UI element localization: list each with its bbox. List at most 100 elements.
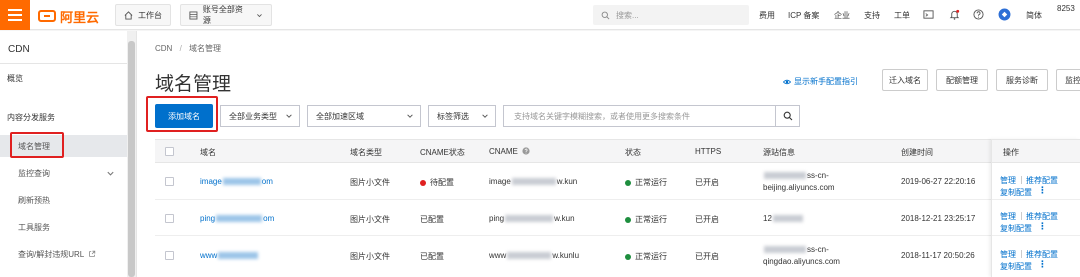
sidebar-scrollbar-thumb[interactable]: [128, 41, 135, 277]
cname-value: www w.kunlu: [489, 251, 579, 260]
breadcrumb-separator: /: [179, 44, 182, 53]
aliyun-logo[interactable]: 阿里云: [38, 8, 100, 25]
bell-icon[interactable]: [949, 9, 960, 20]
cname-status: 已配置: [420, 252, 444, 261]
more-actions-icon[interactable]: ⋮: [1038, 221, 1047, 232]
external-link-icon: [89, 250, 96, 257]
table-row: image om 图片小文件 待配置 image w.kun 正常运行 已开启 ss…: [155, 163, 1080, 200]
row-checkbox[interactable]: [165, 177, 174, 186]
cname-text: www: [489, 251, 507, 260]
help-icon[interactable]: [973, 9, 984, 20]
business-type-dropdown[interactable]: 全部业务类型: [220, 105, 300, 127]
domain-search-placeholder: 支持域名关键字模糊搜索，或者使用更多搜索条件: [514, 111, 690, 121]
sidebar-item-monitoring[interactable]: 监控查询: [0, 163, 127, 183]
monitoring-button[interactable]: 监控: [1056, 69, 1080, 91]
global-search-input[interactable]: 搜索...: [593, 5, 749, 25]
manage-link[interactable]: 管理: [1000, 249, 1016, 260]
highlight-box-sidebar: [10, 132, 64, 158]
domain-link[interactable]: image om: [200, 177, 273, 186]
sidebar-item-label: 监控查询: [18, 168, 50, 178]
copy-config-link[interactable]: 复制配置: [1000, 223, 1032, 234]
billing-link[interactable]: 费用: [759, 10, 775, 21]
more-actions-icon[interactable]: ⋮: [1038, 259, 1047, 270]
sidebar-item-label: 内容分发服务: [7, 112, 55, 122]
enterprise-link[interactable]: 企业: [834, 10, 850, 21]
show-guide-link[interactable]: 显示新手配置指引: [783, 76, 858, 87]
workbench-button[interactable]: 工作台: [115, 4, 171, 26]
domain-search-button[interactable]: [776, 105, 800, 127]
created-time: 2018-12-21 23:25:17: [901, 214, 976, 223]
cname-value: image w.kun: [489, 177, 577, 186]
chevron-down-icon: [257, 13, 262, 17]
sidebar-item-label: 工具服务: [18, 222, 50, 232]
icp-link[interactable]: ICP 备案: [788, 10, 819, 21]
manage-link[interactable]: 管理: [1000, 175, 1016, 186]
chevron-down-icon: [482, 114, 488, 118]
table-row: ping om 图片小文件 已配置 ping w.kun 正常运行 已开启 12 2…: [155, 200, 1080, 236]
sidebar-item-overview[interactable]: 概览: [0, 68, 127, 88]
ticket-link[interactable]: 工单: [894, 10, 910, 21]
tag-filter-label: 标签筛选: [437, 111, 469, 121]
table-row: www 图片小文件 已配置 www w.kunlu 正常运行 已开启 ss-cn-…: [155, 236, 1080, 276]
copy-config-link[interactable]: 复制配置: [1000, 261, 1032, 272]
home-icon: [124, 10, 133, 20]
table-header: 域名 域名类型 CNAME状态 CNAME 状态 HTTPS 源站信息 创建时间…: [155, 139, 1080, 163]
sidebar-item-violation-url[interactable]: 查询/解封违规URL: [0, 244, 127, 264]
https-status: 已开启: [695, 252, 719, 261]
column-header-cname-status: CNAME状态: [420, 148, 465, 157]
terminal-icon[interactable]: [923, 9, 934, 20]
quota-management-button[interactable]: 配额管理: [936, 69, 988, 91]
redacted-text: [507, 252, 552, 260]
domain-link[interactable]: www: [200, 251, 259, 260]
sidebar-group-content-delivery[interactable]: 内容分发服务: [0, 107, 127, 127]
success-dot-icon: [625, 253, 631, 260]
cname-suffix: w.kunlu: [552, 251, 580, 260]
select-all-checkbox[interactable]: [165, 147, 174, 156]
cname-value: ping w.kun: [489, 214, 575, 223]
origin-line1: ss-cn-: [807, 171, 829, 180]
aliyun-logo-icon: [38, 10, 56, 22]
resource-scope-dropdown[interactable]: 账号全部资源: [180, 4, 272, 26]
domain-link[interactable]: ping om: [200, 214, 274, 223]
origin-info: ss-cn-: [763, 171, 829, 180]
breadcrumb-cdn[interactable]: CDN: [155, 44, 172, 53]
created-time: 2018-11-17 20:50:26: [901, 251, 975, 260]
menu-icon-bar: [8, 19, 22, 21]
sidebar-item-label: 刷新预热: [18, 195, 50, 205]
logo-text: 阿里云: [60, 9, 100, 25]
https-status: 已开启: [695, 215, 719, 224]
column-header-created: 创建时间: [901, 148, 933, 157]
action-separator: [1021, 212, 1022, 220]
manage-link[interactable]: 管理: [1000, 211, 1016, 222]
run-status-text: 正常运行: [635, 252, 667, 261]
domain-text: ping: [200, 214, 216, 223]
support-link[interactable]: 支持: [864, 10, 880, 21]
more-actions-icon[interactable]: ⋮: [1038, 185, 1047, 196]
created-time: 2019-06-27 22:20:16: [901, 177, 976, 186]
chevron-down-icon: [286, 114, 292, 118]
language-switch[interactable]: 简体: [1026, 10, 1042, 21]
region-dropdown[interactable]: 全部加速区域: [307, 105, 421, 127]
redacted-text: [764, 172, 806, 180]
row-checkbox[interactable]: [165, 251, 174, 260]
copy-config-link[interactable]: 复制配置: [1000, 187, 1032, 198]
run-status: 正常运行: [625, 214, 667, 225]
redacted-text: [764, 246, 806, 254]
account-menu[interactable]: 8253: [1057, 4, 1075, 13]
sidebar-item-refresh-preload[interactable]: 刷新预热: [0, 190, 127, 210]
help-icon[interactable]: [522, 147, 530, 155]
row-checkbox[interactable]: [165, 214, 174, 223]
column-header-https: HTTPS: [695, 147, 722, 156]
import-domain-button[interactable]: 迁入域名: [882, 69, 928, 91]
menu-button[interactable]: [0, 0, 30, 30]
origin-line1: 12: [763, 214, 772, 223]
service-diagnosis-button[interactable]: 服务诊断: [996, 69, 1048, 91]
sidebar-item-tools[interactable]: 工具服务: [0, 217, 127, 237]
domain-search-input[interactable]: 支持域名关键字模糊搜索，或者使用更多搜索条件: [503, 105, 776, 127]
workbench-label: 工作台: [138, 10, 162, 20]
run-status-text: 正常运行: [635, 215, 667, 224]
origin-info: 12: [763, 214, 804, 223]
tag-filter-dropdown[interactable]: 标签筛选: [428, 105, 496, 127]
https-status: 已开启: [695, 178, 719, 187]
assistant-icon[interactable]: [998, 8, 1011, 21]
